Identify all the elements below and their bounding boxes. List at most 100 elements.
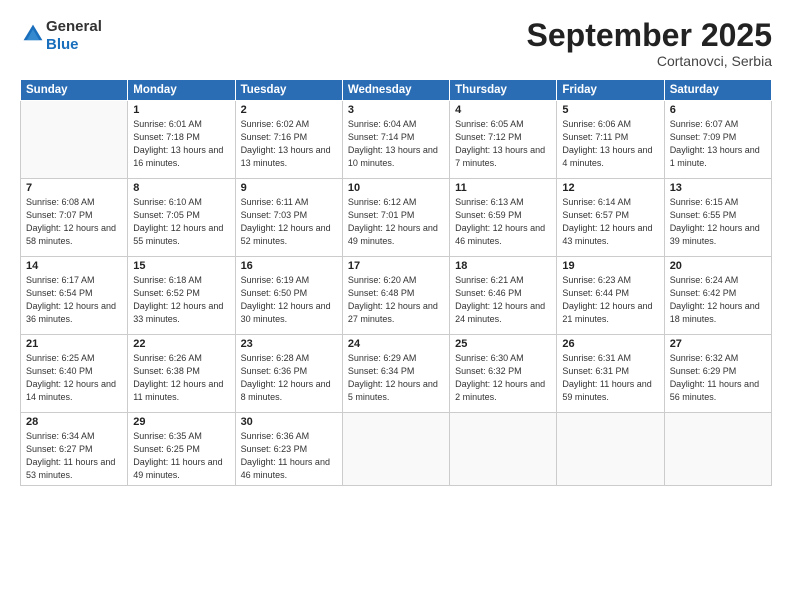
day-number: 10: [348, 182, 444, 194]
day-number: 24: [348, 338, 444, 350]
day-number: 5: [562, 104, 658, 116]
day-number: 8: [133, 182, 229, 194]
day-number: 20: [670, 260, 766, 272]
logo-blue: Blue: [46, 36, 79, 53]
calendar-cell: [664, 413, 771, 486]
calendar-cell: 21Sunrise: 6:25 AMSunset: 6:40 PMDayligh…: [21, 335, 128, 413]
month-title: September 2025: [527, 18, 772, 53]
day-info: Sunrise: 6:05 AMSunset: 7:12 PMDaylight:…: [455, 118, 551, 170]
day-info: Sunrise: 6:29 AMSunset: 6:34 PMDaylight:…: [348, 352, 444, 404]
calendar-week-row: 28 Sunrise: 6:34 AMSunset: 6:27 PMDayligh…: [21, 413, 772, 486]
logo-general: General: [46, 18, 102, 35]
page: General Blue September 2025 Cortanovci, …: [0, 0, 792, 612]
calendar-cell: [450, 413, 557, 486]
day-info: Sunrise: 6:20 AMSunset: 6:48 PMDaylight:…: [348, 274, 444, 326]
day-number: 4: [455, 104, 551, 116]
weekday-header: Saturday: [664, 80, 771, 101]
day-info: Sunrise: 6:21 AMSunset: 6:46 PMDaylight:…: [455, 274, 551, 326]
day-info: Sunrise: 6:12 AMSunset: 7:01 PMDaylight:…: [348, 196, 444, 248]
calendar-cell: 14Sunrise: 6:17 AMSunset: 6:54 PMDayligh…: [21, 257, 128, 335]
calendar-table: SundayMondayTuesdayWednesdayThursdayFrid…: [20, 79, 772, 486]
day-number: 17: [348, 260, 444, 272]
calendar-cell: 8 Sunrise: 6:10 AMSunset: 7:05 PMDaylight…: [128, 179, 235, 257]
calendar-cell: 1 Sunrise: 6:01 AMSunset: 7:18 PMDaylight…: [128, 101, 235, 179]
day-number: 19: [562, 260, 658, 272]
calendar-cell: 7Sunrise: 6:08 AMSunset: 7:07 PMDaylight…: [21, 179, 128, 257]
calendar-cell: 27Sunrise: 6:32 AMSunset: 6:29 PMDayligh…: [664, 335, 771, 413]
day-number: 23: [241, 338, 337, 350]
day-info: Sunrise: 6:31 AMSunset: 6:31 PMDaylight:…: [562, 352, 658, 404]
day-number: 16: [241, 260, 337, 272]
day-number: 1: [133, 104, 229, 116]
calendar-header-row: SundayMondayTuesdayWednesdayThursdayFrid…: [21, 80, 772, 101]
day-info: Sunrise: 6:32 AMSunset: 6:29 PMDaylight:…: [670, 352, 766, 404]
day-info: Sunrise: 6:10 AMSunset: 7:05 PMDaylight:…: [133, 196, 229, 248]
day-number: 18: [455, 260, 551, 272]
calendar-cell: 11Sunrise: 6:13 AMSunset: 6:59 PMDayligh…: [450, 179, 557, 257]
calendar-cell: 9 Sunrise: 6:11 AMSunset: 7:03 PMDaylight…: [235, 179, 342, 257]
title-block: September 2025 Cortanovci, Serbia: [527, 18, 772, 69]
calendar-cell: 10 Sunrise: 6:12 AMSunset: 7:01 PMDayligh…: [342, 179, 449, 257]
calendar-cell: 16 Sunrise: 6:19 AMSunset: 6:50 PMDayligh…: [235, 257, 342, 335]
day-info: Sunrise: 6:34 AMSunset: 6:27 PMDaylight:…: [26, 430, 122, 482]
calendar-cell: 12 Sunrise: 6:14 AMSunset: 6:57 PMDayligh…: [557, 179, 664, 257]
day-info: Sunrise: 6:02 AMSunset: 7:16 PMDaylight:…: [241, 118, 337, 170]
day-number: 9: [241, 182, 337, 194]
day-info: Sunrise: 6:07 AMSunset: 7:09 PMDaylight:…: [670, 118, 766, 170]
calendar-cell: 17 Sunrise: 6:20 AMSunset: 6:48 PMDayligh…: [342, 257, 449, 335]
calendar-cell: 18 Sunrise: 6:21 AMSunset: 6:46 PMDayligh…: [450, 257, 557, 335]
day-number: 3: [348, 104, 444, 116]
calendar-cell: 29 Sunrise: 6:35 AMSunset: 6:25 PMDayligh…: [128, 413, 235, 486]
weekday-header: Friday: [557, 80, 664, 101]
calendar-cell: 4 Sunrise: 6:05 AMSunset: 7:12 PMDaylight…: [450, 101, 557, 179]
weekday-header: Sunday: [21, 80, 128, 101]
day-info: Sunrise: 6:28 AMSunset: 6:36 PMDaylight:…: [241, 352, 337, 404]
calendar-week-row: 1 Sunrise: 6:01 AMSunset: 7:18 PMDaylight…: [21, 101, 772, 179]
day-number: 26: [562, 338, 658, 350]
day-info: Sunrise: 6:35 AMSunset: 6:25 PMDaylight:…: [133, 430, 229, 482]
calendar-cell: 13 Sunrise: 6:15 AMSunset: 6:55 PMDayligh…: [664, 179, 771, 257]
calendar-cell: 28 Sunrise: 6:34 AMSunset: 6:27 PMDayligh…: [21, 413, 128, 486]
day-number: 21: [26, 338, 122, 350]
calendar-cell: [21, 101, 128, 179]
day-number: 28: [26, 416, 122, 428]
day-info: Sunrise: 6:13 AMSunset: 6:59 PMDaylight:…: [455, 196, 551, 248]
day-number: 29: [133, 416, 229, 428]
day-info: Sunrise: 6:01 AMSunset: 7:18 PMDaylight:…: [133, 118, 229, 170]
calendar-cell: 3 Sunrise: 6:04 AMSunset: 7:14 PMDaylight…: [342, 101, 449, 179]
logo-icon: [22, 23, 44, 45]
header: General Blue September 2025 Cortanovci, …: [20, 18, 772, 69]
calendar-cell: 22 Sunrise: 6:26 AMSunset: 6:38 PMDayligh…: [128, 335, 235, 413]
day-info: Sunrise: 6:14 AMSunset: 6:57 PMDaylight:…: [562, 196, 658, 248]
calendar-week-row: 21Sunrise: 6:25 AMSunset: 6:40 PMDayligh…: [21, 335, 772, 413]
day-info: Sunrise: 6:11 AMSunset: 7:03 PMDaylight:…: [241, 196, 337, 248]
day-info: Sunrise: 6:06 AMSunset: 7:11 PMDaylight:…: [562, 118, 658, 170]
calendar-cell: 2 Sunrise: 6:02 AMSunset: 7:16 PMDaylight…: [235, 101, 342, 179]
day-number: 22: [133, 338, 229, 350]
calendar-cell: 23 Sunrise: 6:28 AMSunset: 6:36 PMDayligh…: [235, 335, 342, 413]
calendar-cell: 25Sunrise: 6:30 AMSunset: 6:32 PMDayligh…: [450, 335, 557, 413]
calendar-cell: 6Sunrise: 6:07 AMSunset: 7:09 PMDaylight…: [664, 101, 771, 179]
calendar-cell: 20 Sunrise: 6:24 AMSunset: 6:42 PMDayligh…: [664, 257, 771, 335]
weekday-header: Thursday: [450, 80, 557, 101]
day-info: Sunrise: 6:26 AMSunset: 6:38 PMDaylight:…: [133, 352, 229, 404]
day-number: 25: [455, 338, 551, 350]
day-number: 2: [241, 104, 337, 116]
day-info: Sunrise: 6:04 AMSunset: 7:14 PMDaylight:…: [348, 118, 444, 170]
day-number: 12: [562, 182, 658, 194]
day-info: Sunrise: 6:15 AMSunset: 6:55 PMDaylight:…: [670, 196, 766, 248]
calendar-week-row: 14Sunrise: 6:17 AMSunset: 6:54 PMDayligh…: [21, 257, 772, 335]
day-info: Sunrise: 6:19 AMSunset: 6:50 PMDaylight:…: [241, 274, 337, 326]
day-info: Sunrise: 6:36 AMSunset: 6:23 PMDaylight:…: [241, 430, 337, 482]
calendar-cell: [342, 413, 449, 486]
day-number: 13: [670, 182, 766, 194]
location: Cortanovci, Serbia: [527, 53, 772, 69]
calendar-cell: 5 Sunrise: 6:06 AMSunset: 7:11 PMDaylight…: [557, 101, 664, 179]
day-number: 14: [26, 260, 122, 272]
logo: General Blue: [20, 18, 102, 54]
calendar-cell: 19Sunrise: 6:23 AMSunset: 6:44 PMDayligh…: [557, 257, 664, 335]
weekday-header: Tuesday: [235, 80, 342, 101]
day-info: Sunrise: 6:24 AMSunset: 6:42 PMDaylight:…: [670, 274, 766, 326]
logo-text: General Blue: [46, 18, 102, 54]
weekday-header: Monday: [128, 80, 235, 101]
